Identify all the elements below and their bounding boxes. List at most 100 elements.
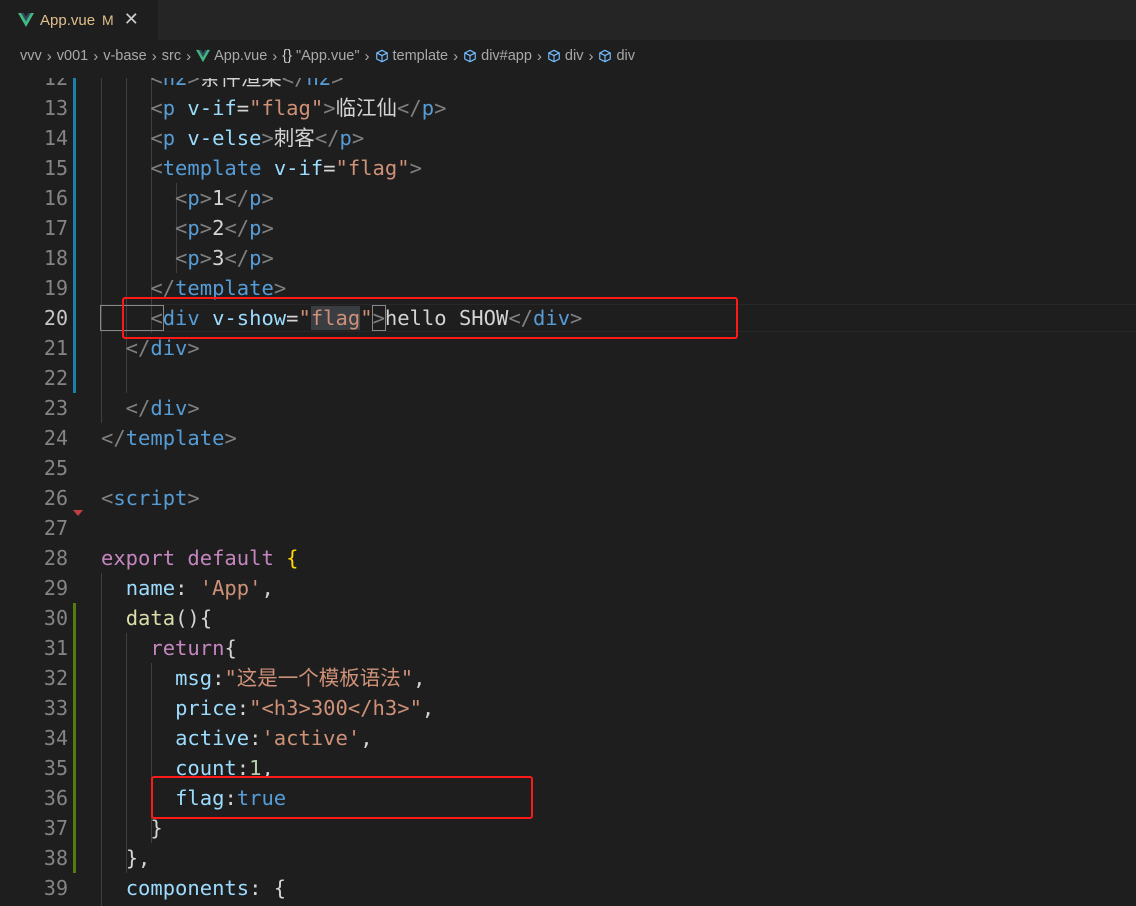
code-text: <h2>条件渲染</h2> [101, 78, 343, 93]
annotation-box-v-show [122, 297, 738, 339]
chevron-right-icon: › [46, 47, 52, 65]
code-token: > [261, 246, 274, 270]
code-token: , [413, 666, 426, 690]
line-number: 18 [43, 246, 68, 270]
line-number: 32 [43, 666, 68, 690]
breadcrumb-item-src[interactable]: src [162, 48, 181, 64]
code-line[interactable]: 38 }, [0, 843, 1136, 873]
code-token: < [101, 156, 163, 180]
breadcrumb-item-div[interactable]: div [547, 48, 584, 64]
code-token: > [434, 96, 447, 120]
vue-icon [196, 49, 211, 63]
code-token: : [212, 666, 225, 690]
code-line[interactable]: 13 <p v-if="flag">临江仙</p> [0, 93, 1136, 123]
code-line[interactable]: 14 <p v-else>刺客</p> [0, 123, 1136, 153]
code-token: < [101, 78, 163, 90]
breadcrumb-item-template[interactable]: template [375, 48, 448, 64]
code-token: data [125, 606, 176, 630]
chevron-right-icon: › [588, 47, 594, 65]
code-line[interactable]: 26 <script> [0, 483, 1136, 513]
code-token: p [249, 186, 262, 210]
code-line[interactable]: 15 <template v-if="flag"> [0, 153, 1136, 183]
code-line[interactable]: 33 price:"<h3>300</h3>", [0, 693, 1136, 723]
code-token: p [187, 246, 200, 270]
breadcrumb-item-v-base[interactable]: v-base [103, 48, 147, 64]
code-token: p [249, 246, 262, 270]
tab-app-vue[interactable]: App.vue M ✕ [0, 0, 158, 40]
code-token: = [236, 96, 250, 120]
line-number: 25 [43, 456, 68, 480]
code-token: { [286, 546, 299, 570]
code-token: </ [224, 246, 250, 270]
code-token: p [162, 126, 176, 150]
code-line[interactable]: 25 [0, 453, 1136, 483]
code-token: 3 [212, 246, 225, 270]
code-token: div [150, 336, 188, 360]
breadcrumb-item-v001[interactable]: v001 [57, 48, 88, 64]
code-line[interactable]: 30 data(){ [0, 603, 1136, 633]
tab-bar: App.vue M ✕ [0, 0, 1136, 40]
modified-indicator: M [102, 12, 114, 28]
code-line[interactable]: 27 [0, 513, 1136, 543]
code-token: < [101, 246, 188, 270]
code-token: return [150, 636, 225, 660]
code-token: < [101, 216, 188, 240]
code-token: > [199, 186, 213, 210]
code-token: "flag" [335, 156, 410, 180]
code-editor[interactable]: 12 <h2>条件渲染</h2> 13 <p v-if="flag">临江仙</p… [0, 78, 1136, 906]
code-token: > [224, 426, 237, 450]
code-line[interactable]: 32 msg:"这是一个模板语法", [0, 663, 1136, 693]
code-text: price:"<h3>300</h3>", [101, 693, 434, 723]
code-line[interactable]: 28 export default { [0, 543, 1136, 573]
chevron-right-icon: › [186, 47, 192, 65]
code-line[interactable]: 29 name: 'App', [0, 573, 1136, 603]
close-icon[interactable]: ✕ [124, 11, 139, 29]
code-token: > [351, 126, 365, 150]
code-line[interactable]: 12 <h2>条件渲染</h2> [0, 78, 1136, 93]
code-token: 1 [212, 186, 225, 210]
breadcrumb-item-vvv[interactable]: vvv [20, 48, 42, 64]
code-line[interactable]: 16 <p>1</p> [0, 183, 1136, 213]
code-token: script [113, 486, 188, 510]
code-token: </ [101, 396, 151, 420]
code-line[interactable]: 34 active:'active', [0, 723, 1136, 753]
breadcrumb-item-module[interactable]: {} "App.vue" [282, 48, 359, 64]
line-number: 36 [43, 786, 68, 810]
code-token: name [125, 576, 176, 600]
code-line[interactable]: 39 components: { [0, 873, 1136, 903]
code-line[interactable]: 17 <p>2</p> [0, 213, 1136, 243]
line-number: 19 [43, 276, 68, 300]
code-line[interactable]: 22 [0, 363, 1136, 393]
code-text: data(){ [101, 603, 212, 633]
code-token: 'active' [261, 726, 361, 750]
code-token: > [187, 486, 200, 510]
code-token: </ [224, 216, 250, 240]
code-line[interactable]: 23 </div> [0, 393, 1136, 423]
breadcrumb-item-app-vue[interactable]: App.vue [196, 48, 267, 64]
breadcrumb: vvv › v001 › v-base › src › App.vue › {}… [0, 40, 1136, 72]
code-token: p [421, 96, 435, 120]
breadcrumb-item-div-app[interactable]: div#app [463, 48, 532, 64]
code-token: </ [101, 336, 151, 360]
breadcrumb-label: src [161, 48, 182, 64]
code-token: > [187, 78, 200, 90]
braces-icon: {} [282, 48, 292, 64]
breadcrumb-label: div [564, 48, 584, 64]
code-line[interactable]: 18 <p>3</p> [0, 243, 1136, 273]
code-line[interactable]: 31 return{ [0, 633, 1136, 663]
breadcrumb-item-div-inner[interactable]: div [598, 48, 635, 64]
line-number: 22 [43, 366, 68, 390]
line-number: 38 [43, 846, 68, 870]
breadcrumb-label: vvv [20, 48, 42, 64]
annotation-box-flag [151, 776, 533, 819]
code-text: <script> [101, 483, 200, 513]
breadcrumb-label: v-base [103, 48, 147, 64]
line-number: 28 [43, 546, 68, 570]
code-line[interactable]: 24 </template> [0, 423, 1136, 453]
code-token: < [101, 126, 163, 150]
